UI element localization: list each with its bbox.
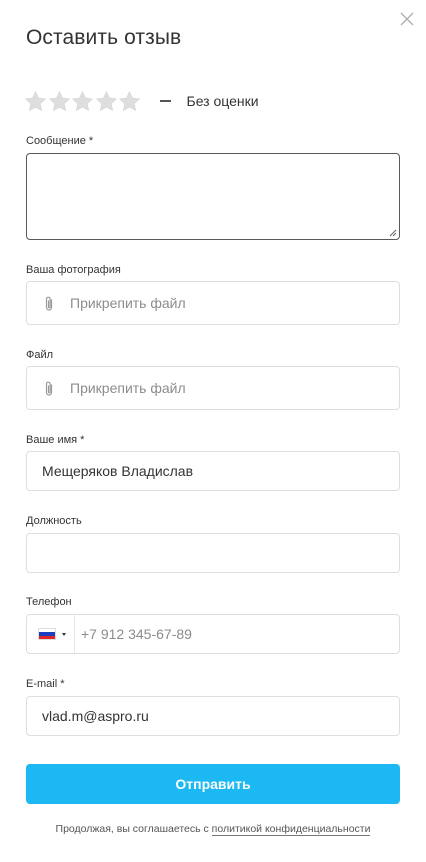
page-title: Оставить отзыв — [26, 26, 182, 49]
star-icon[interactable] — [95, 90, 118, 113]
email-label: E-mail * — [26, 678, 65, 690]
phone-label: Телефон — [26, 596, 72, 608]
star-icon[interactable] — [118, 90, 141, 113]
email-input[interactable]: vlad.m@aspro.ru — [26, 696, 400, 736]
photo-label: Ваша фотография — [26, 264, 121, 276]
submit-button[interactable]: Отправить — [26, 764, 400, 804]
country-selector[interactable] — [27, 615, 75, 653]
star-icon[interactable] — [71, 90, 94, 113]
rating-stars[interactable] — [24, 90, 142, 113]
rating-dash — [159, 100, 171, 102]
chevron-down-icon — [62, 632, 66, 636]
phone-input[interactable]: +7 912 345-67-89 — [81, 626, 192, 642]
file-attach-text: Прикрепить файл — [70, 380, 186, 396]
consent-text: Продолжая, вы соглашаетесь с политикой к… — [0, 823, 426, 836]
file-attach-field[interactable]: Прикрепить файл — [26, 366, 400, 410]
resize-grip-icon[interactable] — [388, 228, 397, 237]
position-label: Должность — [26, 515, 82, 527]
message-textarea[interactable] — [26, 153, 400, 240]
star-icon[interactable] — [24, 90, 47, 113]
consent-prefix: Продолжая, вы соглашаетесь с — [55, 823, 212, 835]
star-icon[interactable] — [48, 90, 71, 113]
rating-text: Без оценки — [186, 93, 259, 109]
file-label: Файл — [26, 349, 54, 361]
rating-row: Без оценки — [24, 88, 259, 114]
position-input[interactable] — [26, 533, 400, 573]
phone-field: +7 912 345-67-89 — [26, 614, 400, 654]
photo-attach-field[interactable]: Прикрепить файл — [26, 281, 400, 325]
name-input[interactable]: Мещеряков Владислав — [26, 451, 400, 491]
russia-flag-icon — [38, 628, 56, 640]
photo-attach-text: Прикрепить файл — [70, 295, 186, 311]
message-label: Сообщение * — [26, 135, 94, 147]
paperclip-icon — [45, 381, 53, 396]
name-label: Ваше имя * — [26, 434, 85, 446]
close-icon[interactable] — [398, 10, 416, 28]
paperclip-icon — [45, 296, 53, 311]
privacy-policy-link[interactable]: политикой конфиденциальности — [211, 823, 371, 836]
